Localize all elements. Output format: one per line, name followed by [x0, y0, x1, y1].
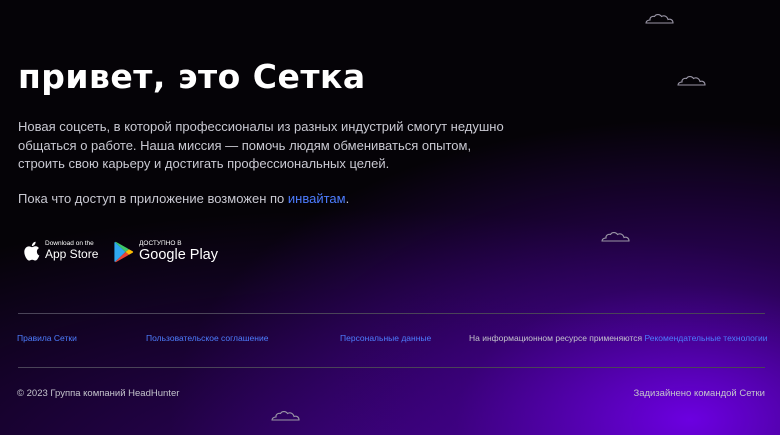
- footer-link-user-agreement[interactable]: Пользовательское соглашение: [146, 333, 268, 343]
- app-store-button[interactable]: Download on the App Store: [23, 240, 98, 261]
- designed-by: Задизайнено командой Сетки: [633, 388, 765, 399]
- invite-link[interactable]: инвайтам: [288, 191, 346, 206]
- page-title: привет, это Сетка: [18, 57, 366, 96]
- footer-note-text: На информационном ресурсе применяются: [469, 333, 645, 343]
- hero-description: Новая соцсеть, в которой профессионалы и…: [18, 119, 504, 171]
- google-play-label: Google Play: [139, 247, 218, 263]
- invite-prefix: Пока что доступ в приложение возможен по: [18, 191, 288, 206]
- cloud-icon: [601, 232, 630, 242]
- footer-divider-top: [18, 313, 765, 314]
- copyright: © 2023 Группа компаний HeadHunter: [17, 388, 180, 399]
- apple-icon: [24, 241, 40, 261]
- footer-recommendation-note: На информационном ресурсе применяются Ре…: [469, 333, 768, 343]
- footer-link-personal-data[interactable]: Персональные данные: [340, 333, 431, 343]
- invite-suffix: .: [345, 191, 350, 206]
- app-store-label: App Store: [45, 247, 99, 261]
- cloud-icon: [677, 76, 706, 86]
- cloud-icon: [271, 411, 300, 421]
- footer-divider-bottom: [18, 367, 765, 368]
- footer-link-recommendations[interactable]: Рекомендательные технологии: [644, 333, 767, 343]
- cloud-icon: [645, 14, 674, 24]
- google-play-icon: [114, 241, 134, 262]
- footer-link-rules[interactable]: Правила Сетки: [17, 333, 77, 343]
- invite-text: Пока что доступ в приложение возможен по…: [18, 190, 349, 208]
- google-play-button[interactable]: ДОСТУПНО В Google Play: [114, 240, 218, 263]
